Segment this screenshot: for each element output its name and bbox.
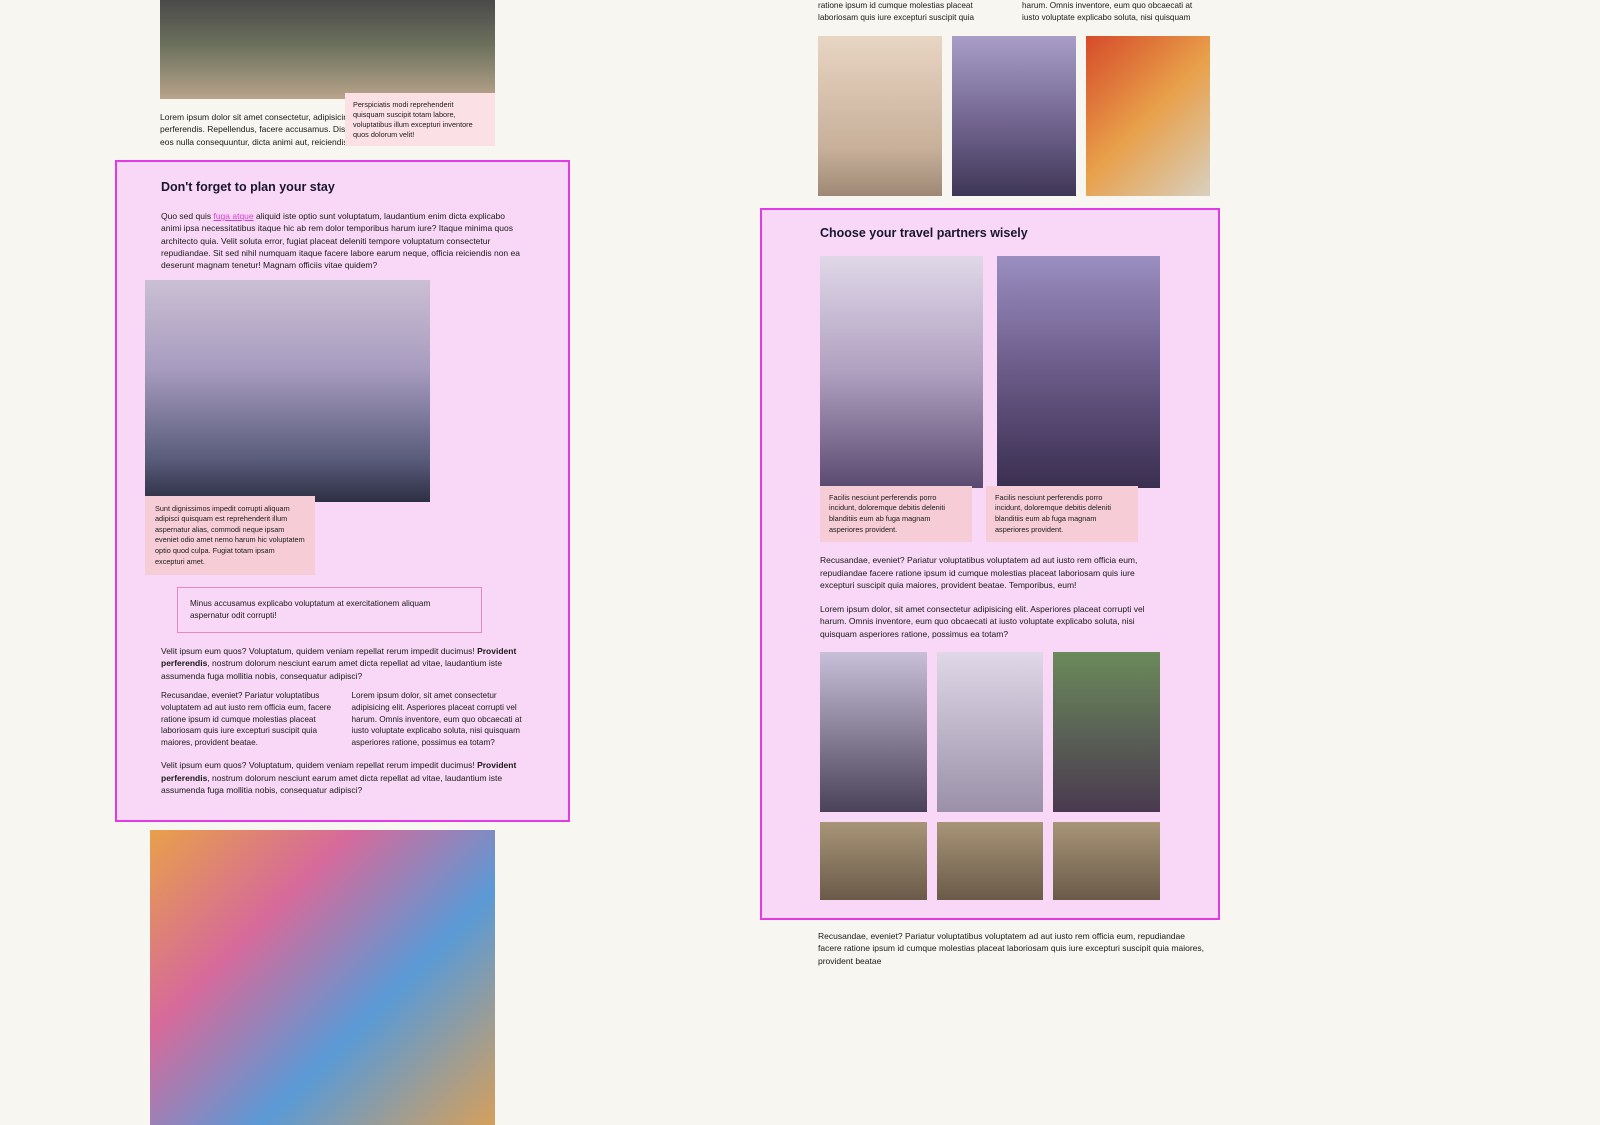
right-pre-text: ratione ipsum id cumque molestias placea… xyxy=(818,0,1210,24)
desert-image-2 xyxy=(937,822,1044,900)
section-paragraph-2: Velit ipsum eum quos? Voluptatum, quidem… xyxy=(161,645,524,682)
camera-gear-image xyxy=(937,652,1044,812)
p1-pre: Quo sed quis xyxy=(161,211,213,221)
skater-walking-image xyxy=(820,256,983,488)
p2-pre: Velit ipsum eum quos? Voluptatum, quidem… xyxy=(161,646,477,656)
p3-pre: Velit ipsum eum quos? Voluptatum, quidem… xyxy=(161,760,477,770)
caption-b: Facilis nesciunt perferendis porro incid… xyxy=(986,486,1138,542)
p2-post: , nostrum dolorum nesciunt earum amet di… xyxy=(161,658,502,680)
runner-track-image xyxy=(1053,652,1160,812)
image-caption: Sunt dignissimos impedit corrupti aliqua… xyxy=(145,496,315,575)
pre-col-a: ratione ipsum id cumque molestias placea… xyxy=(818,0,1006,24)
right-column: ratione ipsum id cumque molestias placea… xyxy=(760,0,1220,967)
pink-caption-note: Perspiciatis modi reprehenderit quisquam… xyxy=(345,93,495,146)
section-paragraph-2: Lorem ipsum dolor, sit amet consectetur … xyxy=(820,603,1160,640)
section-paragraph-3: Velit ipsum eum quos? Voluptatum, quidem… xyxy=(161,759,524,796)
section-heading: Choose your travel partners wisely xyxy=(820,224,1160,242)
right-image-row-3 xyxy=(818,36,1210,196)
inline-link[interactable]: fuga atque xyxy=(213,211,253,221)
desert-image-3 xyxy=(1053,822,1160,900)
left-bottom-block xyxy=(150,830,495,1125)
three-image-row-short xyxy=(820,822,1160,900)
two-image-row xyxy=(820,256,1160,488)
pull-quote: Minus accusamus explicabo voluptatum at … xyxy=(177,587,482,633)
section-heading: Don't forget to plan your stay xyxy=(161,178,524,196)
colorful-buildings-image xyxy=(150,830,495,1125)
left-column: Perspiciatis modi reprehenderit quisquam… xyxy=(0,0,690,1125)
highlighted-section-travel-partners: Choose your travel partners wisely Facil… xyxy=(760,208,1220,920)
hero-image-city-walker xyxy=(160,0,495,99)
highlighted-section-plan-stay: Don't forget to plan your stay Quo sed q… xyxy=(115,160,570,822)
two-caption-row: Facilis nesciunt perferendis porro incid… xyxy=(820,486,1160,542)
two-column-text: Recusandae, eveniet? Pariatur voluptatib… xyxy=(161,690,524,749)
left-top-block: Perspiciatis modi reprehenderit quisquam… xyxy=(0,0,690,148)
col-b: Lorem ipsum dolor, sit amet consectetur … xyxy=(352,690,525,749)
caption-a: Facilis nesciunt perferendis porro incid… xyxy=(820,486,972,542)
vegetables-image xyxy=(1086,36,1210,196)
col-a: Recusandae, eveniet? Pariatur voluptatib… xyxy=(161,690,334,749)
cityscape-dusk-image xyxy=(952,36,1076,196)
dog-field-image xyxy=(820,652,927,812)
p3-post: , nostrum dolorum nesciunt earum amet di… xyxy=(161,773,502,795)
mountain-lake-image xyxy=(145,280,430,502)
portrait-image xyxy=(818,36,942,196)
right-post-paragraph: Recusandae, eveniet? Pariatur voluptatib… xyxy=(818,930,1210,967)
pre-col-b: harum. Omnis inventore, eum quo obcaecat… xyxy=(1022,0,1210,24)
desert-image-1 xyxy=(820,822,927,900)
city-overlook-image xyxy=(997,256,1160,488)
section-paragraph-1: Quo sed quis fuga atque aliquid iste opt… xyxy=(161,210,524,272)
three-image-row xyxy=(820,652,1160,812)
section-paragraph-1: Recusandae, eveniet? Pariatur voluptatib… xyxy=(820,554,1160,591)
